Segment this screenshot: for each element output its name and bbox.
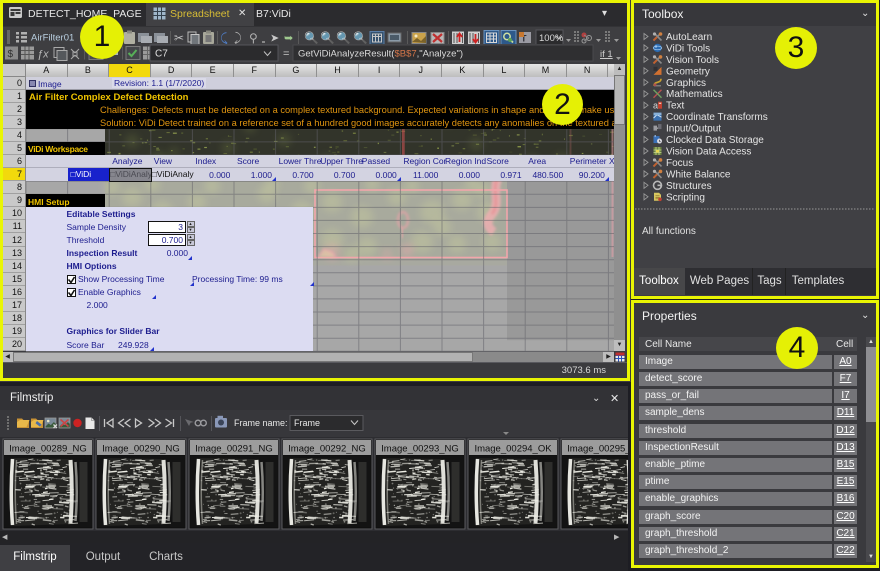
svg-text:=: = — [283, 48, 289, 60]
svg-text:Text: Text — [666, 101, 685, 112]
svg-text:⚲: ⚲ — [249, 31, 258, 45]
svg-text:Image_00289_NG: Image_00289_NG — [9, 444, 87, 455]
svg-text:Image_00292_NG: Image_00292_NG — [288, 444, 366, 455]
svg-text:➤: ➤ — [270, 33, 279, 45]
svg-text:GetViDiAnalyzeResult($B$7,"Ana: GetViDiAnalyzeResult($B$7,"Analyze") — [298, 49, 463, 60]
svg-text:$: $ — [8, 49, 14, 60]
svg-text:if 1: if 1 — [600, 49, 613, 60]
svg-text:Vision Tools: Vision Tools — [666, 55, 719, 66]
svg-text:➥: ➥ — [284, 33, 293, 45]
svg-text:Structures: Structures — [666, 181, 712, 192]
svg-text:✂: ✂ — [174, 31, 184, 45]
svg-text:🔍: 🔍 — [336, 30, 351, 45]
svg-text:Frame name:: Frame name: — [234, 418, 288, 428]
svg-text:Graphics: Graphics — [666, 78, 706, 89]
svg-text:Coordinate Transforms: Coordinate Transforms — [666, 112, 768, 123]
svg-text:🔍: 🔍 — [304, 30, 319, 45]
svg-text:All functions: All functions — [642, 226, 696, 237]
svg-text:🔍: 🔍 — [320, 30, 335, 45]
svg-text:AutoLearn: AutoLearn — [666, 32, 712, 43]
svg-text:🔍: 🔍 — [353, 30, 368, 45]
svg-text:Frame: Frame — [294, 418, 320, 428]
svg-text:C7: C7 — [155, 49, 168, 60]
svg-text:ƒx: ƒx — [37, 49, 49, 61]
svg-text:a: a — [653, 101, 658, 111]
svg-text:Mathematics: Mathematics — [666, 89, 723, 100]
svg-text:White Balance: White Balance — [666, 169, 731, 180]
svg-text:Image_00290_NG: Image_00290_NG — [102, 444, 180, 455]
svg-text:Image_00294_OK: Image_00294_OK — [474, 444, 552, 455]
svg-text:Image_00291_NG: Image_00291_NG — [195, 444, 273, 455]
svg-text:Input/Output: Input/Output — [666, 124, 721, 135]
svg-text:Image_00293_NG: Image_00293_NG — [381, 444, 459, 455]
svg-text:Clocked Data Storage: Clocked Data Storage — [666, 135, 764, 146]
svg-text:ViDi Tools: ViDi Tools — [666, 43, 710, 54]
svg-text:Scripting: Scripting — [666, 192, 705, 203]
svg-text:AirFilter01: AirFilter01 — [31, 33, 74, 44]
svg-text:Focus: Focus — [666, 158, 693, 169]
svg-text:Image_00295_NG: Image_00295_NG — [567, 444, 628, 455]
svg-text:Vision Data Access: Vision Data Access — [666, 147, 751, 158]
svg-text:Geometry: Geometry — [666, 66, 710, 77]
